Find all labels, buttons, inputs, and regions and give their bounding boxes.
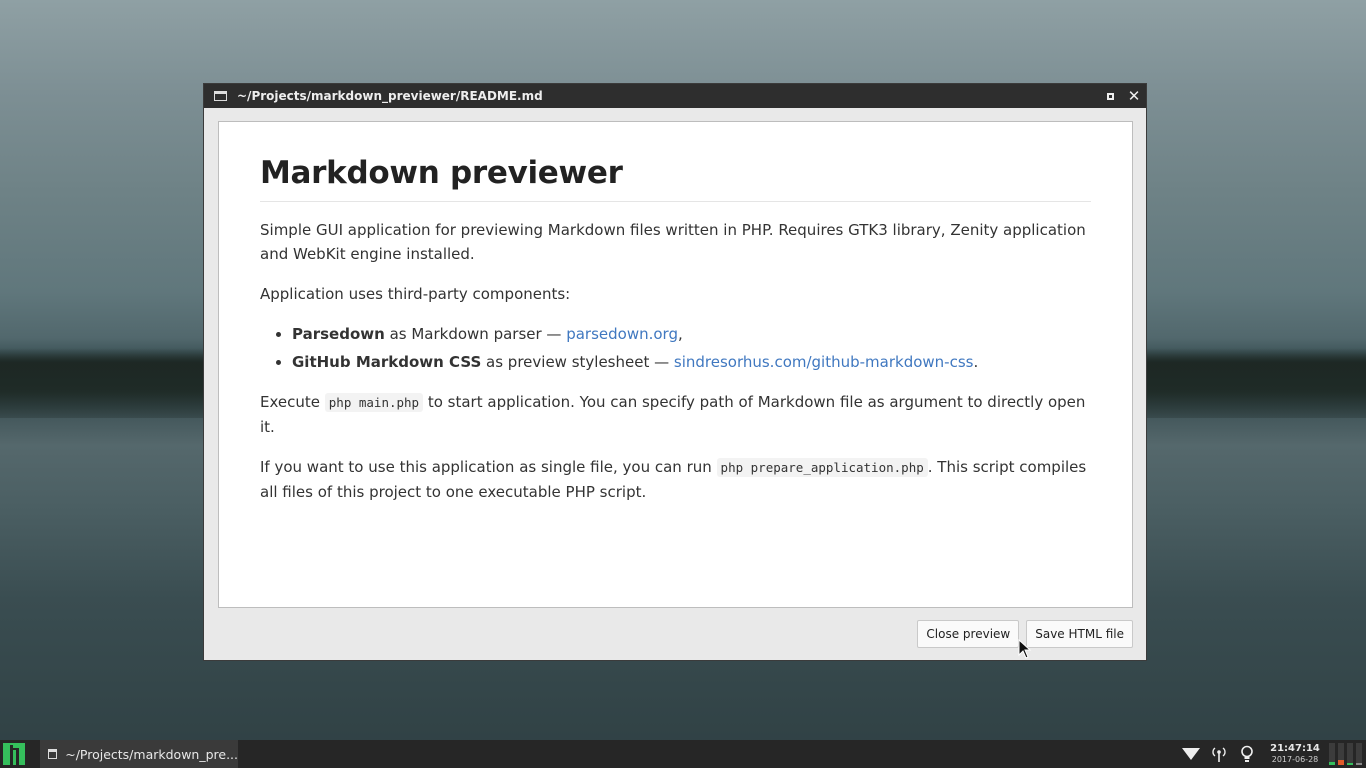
list-item: GitHub Markdown CSS as preview styleshee… — [292, 350, 1091, 374]
clock[interactable]: 21:47:14 2017-06-28 — [1265, 743, 1325, 765]
component-desc: as preview stylesheet — — [481, 353, 674, 371]
wifi-icon — [1182, 748, 1200, 760]
start-menu-button[interactable] — [0, 740, 28, 768]
maximize-icon — [1106, 92, 1114, 100]
window-title: ~/Projects/markdown_previewer/README.md — [237, 89, 543, 103]
markdown-preview-area[interactable]: Markdown previewer Simple GUI applicatio… — [218, 121, 1133, 608]
execute-pre: Execute — [260, 393, 325, 411]
components-list: Parsedown as Markdown parser — parsedown… — [260, 322, 1091, 374]
component-name: Parsedown — [292, 325, 385, 343]
single-pre: If you want to use this application as s… — [260, 458, 717, 476]
wireless-button[interactable] — [1205, 740, 1233, 768]
taskbar-window-item[interactable]: ~/Projects/markdown_pre... — [40, 740, 238, 768]
system-load-meters — [1329, 743, 1362, 765]
taskbar: ~/Projects/markdown_pre... 21:47:14 2017… — [0, 740, 1366, 768]
window-titlebar[interactable]: ~/Projects/markdown_previewer/README.md … — [204, 84, 1146, 108]
component-desc: as Markdown parser — — [384, 325, 567, 343]
execute-paragraph: Execute php main.php to start applicatio… — [260, 390, 1091, 439]
swap-meter — [1347, 743, 1353, 765]
window-icon — [214, 91, 227, 101]
list-item: Parsedown as Markdown parser — parsedown… — [292, 322, 1091, 346]
redshift-button[interactable] — [1233, 740, 1261, 768]
mouse-pointer-icon — [1018, 639, 1032, 659]
components-intro: Application uses third-party components: — [260, 285, 571, 303]
antenna-icon — [1212, 747, 1226, 762]
parsedown-link[interactable]: parsedown.org — [566, 325, 678, 343]
memory-meter — [1338, 743, 1344, 765]
readme-intro: Simple GUI application for previewing Ma… — [260, 221, 1086, 263]
code-main: php main.php — [324, 393, 424, 412]
list-punct: . — [973, 353, 979, 371]
net-meter — [1356, 743, 1362, 765]
lightbulb-icon — [1241, 745, 1253, 762]
list-punct: , — [677, 325, 683, 343]
readme-heading: Markdown previewer — [260, 155, 1091, 202]
clock-time: 21:47:14 — [1270, 743, 1320, 754]
system-tray: 21:47:14 2017-06-28 — [1177, 740, 1366, 768]
window-icon — [48, 749, 58, 759]
github-markdown-css-link[interactable]: sindresorhus.com/github-markdown-css — [674, 353, 974, 371]
preview-window: ~/Projects/markdown_previewer/README.md … — [203, 83, 1147, 661]
taskbar-window-label: ~/Projects/markdown_pre... — [65, 746, 238, 762]
close-preview-button[interactable]: Close preview — [917, 620, 1020, 648]
network-button[interactable] — [1177, 740, 1205, 768]
cpu-meter — [1329, 743, 1335, 765]
single-file-paragraph: If you want to use this application as s… — [260, 455, 1091, 504]
clock-date: 2017-06-28 — [1271, 755, 1319, 764]
manjaro-logo-icon — [3, 743, 25, 765]
component-name: GitHub Markdown CSS — [292, 353, 482, 371]
maximize-button[interactable] — [1098, 84, 1122, 108]
close-window-button[interactable]: ✕ — [1122, 84, 1146, 108]
save-html-button[interactable]: Save HTML file — [1026, 620, 1133, 648]
code-prepare: php prepare_application.php — [716, 458, 928, 477]
close-icon: ✕ — [1127, 87, 1141, 105]
